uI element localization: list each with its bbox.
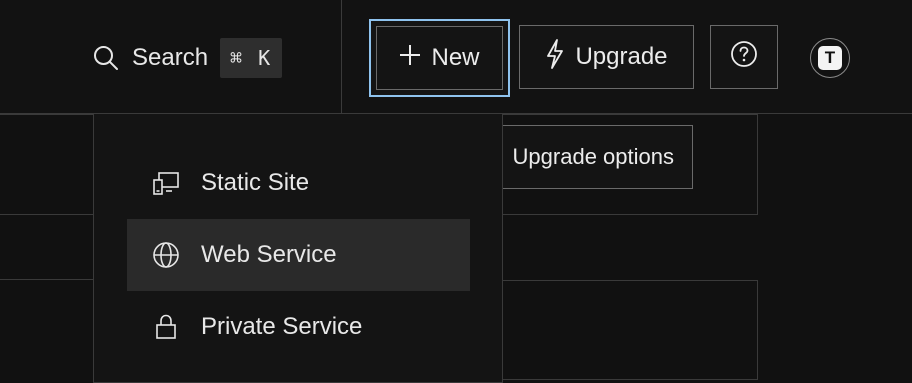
menu-item-static-site[interactable]: Static Site (127, 147, 470, 219)
background-panel (0, 214, 98, 280)
static-site-icon (151, 168, 181, 198)
upgrade-button-label: Upgrade (575, 43, 668, 70)
menu-item-label: Private Service (201, 313, 363, 340)
background-panel (500, 280, 758, 380)
search-label: Search (132, 44, 209, 71)
upgrade-options-label: Upgrade options (512, 144, 674, 169)
globe-icon (151, 240, 181, 270)
header-divider (341, 0, 342, 113)
search-icon (92, 44, 120, 72)
new-button[interactable]: New (369, 19, 510, 97)
new-button-label: New (431, 44, 480, 71)
menu-item-private-service[interactable]: Private Service (127, 291, 470, 363)
menu-item-label: Static Site (201, 169, 310, 196)
help-icon (730, 40, 758, 75)
upgrade-options-button[interactable]: Upgrade options (470, 125, 693, 189)
menu-item-web-service[interactable]: Web Service (127, 219, 470, 291)
help-button[interactable] (710, 25, 778, 89)
menu-item-label: Web Service (201, 241, 337, 268)
upgrade-button[interactable]: Upgrade (519, 25, 694, 89)
top-bar: Search ⌘ K New Upgrade T (0, 0, 912, 114)
new-dropdown-menu: Static Site Web Service Private Service (93, 113, 503, 383)
search-shortcut-badge: ⌘ K (220, 38, 283, 78)
lock-icon (151, 312, 181, 342)
plus-icon (399, 44, 421, 73)
search-trigger[interactable]: Search ⌘ K (92, 37, 283, 79)
avatar-initial: T (818, 46, 842, 70)
avatar[interactable]: T (810, 38, 850, 78)
lightning-icon (545, 38, 565, 76)
